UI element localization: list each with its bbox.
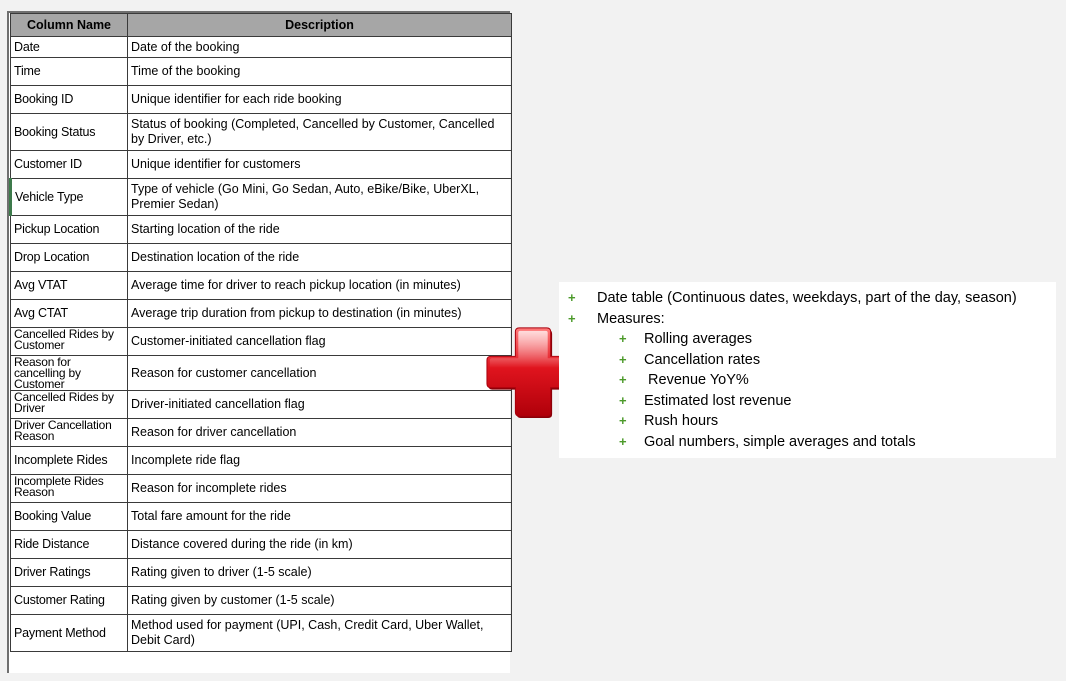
- notes-item-text: Estimated lost revenue: [644, 392, 792, 409]
- notes-item-text: Goal numbers, simple averages and totals: [644, 433, 916, 450]
- column-name-cell[interactable]: Booking Value: [10, 502, 128, 531]
- plus-bullet-icon: +: [568, 290, 576, 305]
- description-cell[interactable]: Distance covered during the ride (in km): [127, 530, 512, 559]
- table-row: Customer ID Unique identifier for custome…: [10, 150, 512, 179]
- table-row: Avg VTAT Average time for driver to reach…: [10, 271, 512, 300]
- table-row: Drop Location Destination location of the…: [10, 243, 512, 272]
- table-row: Incomplete Rides Incomplete ride flag: [10, 446, 512, 475]
- description-cell[interactable]: Unique identifier for customers: [127, 150, 512, 179]
- notes-item-text: Rolling averages: [644, 331, 753, 347]
- column-name-cell[interactable]: Cancelled Rides by Driver: [10, 390, 128, 419]
- table-row: Booking ID Unique identifier for each rid…: [10, 85, 512, 114]
- column-name-cell[interactable]: Vehicle Type: [9, 178, 128, 216]
- table-row: Date Date of the booking: [10, 36, 512, 58]
- column-name-cell[interactable]: Incomplete Rides: [10, 446, 128, 475]
- description-cell[interactable]: Method used for payment (UPI, Cash, Cred…: [127, 614, 512, 652]
- notes-item: + Measures:: [559, 309, 1056, 330]
- table-row: Avg CTAT Average trip duration from picku…: [10, 299, 512, 328]
- column-name-cell[interactable]: Drop Location: [10, 243, 128, 272]
- column-name-cell[interactable]: Time: [10, 57, 128, 86]
- notes-item-text: Cancellation rates: [644, 351, 761, 368]
- column-name-cell[interactable]: Booking Status: [10, 113, 128, 151]
- column-name-cell[interactable]: Incomplete Rides Reason: [10, 474, 128, 503]
- notes-item-text: Measures:: [597, 310, 665, 327]
- table-row: Time Time of the booking: [10, 57, 512, 86]
- plus-bullet-icon: +: [619, 372, 627, 387]
- column-name-cell[interactable]: Driver Ratings: [10, 558, 128, 587]
- notes-item-text: Rush hours: [644, 413, 719, 429]
- notes-item: + Rolling averages: [559, 329, 1056, 350]
- table-row: Customer Rating Rating given by customer …: [10, 586, 512, 615]
- column-name-cell[interactable]: Pickup Location: [10, 215, 128, 244]
- table-row: Driver Cancellation Reason Reason for dri…: [10, 418, 512, 447]
- table-row: Incomplete Rides Reason Reason for incomp…: [10, 474, 512, 503]
- notes-item-text: Date table (Continuous dates, weekdays, …: [597, 290, 1017, 306]
- plus-bullet-icon: +: [568, 310, 576, 326]
- description-cell[interactable]: Type of vehicle (Go Mini, Go Sedan, Auto…: [127, 178, 512, 216]
- plus-bullet-icon: +: [619, 331, 627, 346]
- table-body: Date Date of the booking Time Time of the b…: [9, 36, 512, 652]
- table-row: Payment Method Method used for payment (U…: [10, 614, 512, 652]
- table-row: Vehicle Type Type of vehicle (Go Mini, Go…: [9, 178, 512, 216]
- description-cell[interactable]: Reason for customer cancellation: [127, 355, 512, 391]
- description-cell[interactable]: Rating given to driver (1-5 scale): [127, 558, 512, 587]
- column-name-cell[interactable]: Customer Rating: [10, 586, 128, 615]
- notes-item: + Date table (Continuous dates, weekdays,…: [559, 288, 1056, 309]
- column-name-cell[interactable]: Ride Distance: [10, 530, 128, 559]
- table-row: Driver Ratings Rating given to driver (1-…: [10, 558, 512, 587]
- notes-item-text: Revenue YoY%: [644, 372, 749, 388]
- description-cell[interactable]: Driver-initiated cancellation flag: [127, 390, 512, 419]
- data-dictionary-table: Column Name Description Date Date of the …: [9, 13, 512, 652]
- description-cell[interactable]: Average trip duration from pickup to des…: [127, 299, 512, 328]
- column-name-cell[interactable]: Avg VTAT: [10, 271, 128, 300]
- table-row: Cancelled Rides by Driver Driver-initiate…: [10, 390, 512, 419]
- notes-item: + Rush hours: [559, 411, 1056, 432]
- description-cell[interactable]: Reason for driver cancellation: [127, 418, 512, 447]
- description-cell[interactable]: Total fare amount for the ride: [127, 502, 512, 531]
- plus-bullet-icon: +: [619, 351, 627, 367]
- column-name-header[interactable]: Column Name: [10, 13, 128, 37]
- description-cell[interactable]: Reason for incomplete rides: [127, 474, 512, 503]
- description-header[interactable]: Description: [127, 13, 512, 37]
- column-name-cell[interactable]: Date: [10, 36, 128, 58]
- column-name-cell[interactable]: Payment Method: [10, 614, 128, 652]
- plus-bullet-icon: +: [619, 392, 627, 408]
- description-cell[interactable]: Status of booking (Completed, Cancelled …: [127, 113, 512, 151]
- description-cell[interactable]: Destination location of the ride: [127, 243, 512, 272]
- description-cell[interactable]: Date of the booking: [127, 36, 512, 58]
- table-row: Cancelled Rides by Customer Customer-init…: [10, 327, 512, 356]
- column-name-cell[interactable]: Driver Cancellation Reason: [10, 418, 128, 447]
- notes-item: + Estimated lost revenue: [559, 391, 1056, 412]
- table-row: Reason for cancelling by Customer Reason …: [10, 355, 512, 391]
- table-header-row: Column Name Description: [10, 13, 512, 37]
- table-row: Booking Value Total fare amount for the r…: [10, 502, 512, 531]
- table-row: Booking Status Status of booking (Complet…: [10, 113, 512, 151]
- table-row: Ride Distance Distance covered during the…: [10, 530, 512, 559]
- column-name-cell[interactable]: Customer ID: [10, 150, 128, 179]
- table-row: Pickup Location Starting location of the …: [10, 215, 512, 244]
- description-cell[interactable]: Incomplete ride flag: [127, 446, 512, 475]
- description-cell[interactable]: Starting location of the ride: [127, 215, 512, 244]
- data-dictionary-table-container: Column Name Description Date Date of the …: [7, 11, 512, 673]
- plus-bullet-icon: +: [619, 413, 627, 428]
- description-cell[interactable]: Customer-initiated cancellation flag: [127, 327, 512, 356]
- notes-item: + Goal numbers, simple averages and total…: [559, 432, 1056, 453]
- plus-bullet-icon: +: [619, 433, 627, 449]
- column-name-cell[interactable]: Avg CTAT: [10, 299, 128, 328]
- column-name-cell[interactable]: Cancelled Rides by Customer: [10, 327, 128, 356]
- description-cell[interactable]: Unique identifier for each ride booking: [127, 85, 512, 114]
- description-cell[interactable]: Average time for driver to reach pickup …: [127, 271, 512, 300]
- notes-panel: + Date table (Continuous dates, weekdays,…: [559, 282, 1056, 458]
- notes-list: + Date table (Continuous dates, weekdays,…: [559, 288, 1056, 452]
- notes-item: + Cancellation rates: [559, 350, 1056, 371]
- column-name-cell[interactable]: Booking ID: [10, 85, 128, 114]
- description-cell[interactable]: Rating given by customer (1-5 scale): [127, 586, 512, 615]
- description-cell[interactable]: Time of the booking: [127, 57, 512, 86]
- notes-item: + Revenue YoY%: [559, 370, 1056, 391]
- column-name-cell[interactable]: Reason for cancelling by Customer: [10, 355, 128, 391]
